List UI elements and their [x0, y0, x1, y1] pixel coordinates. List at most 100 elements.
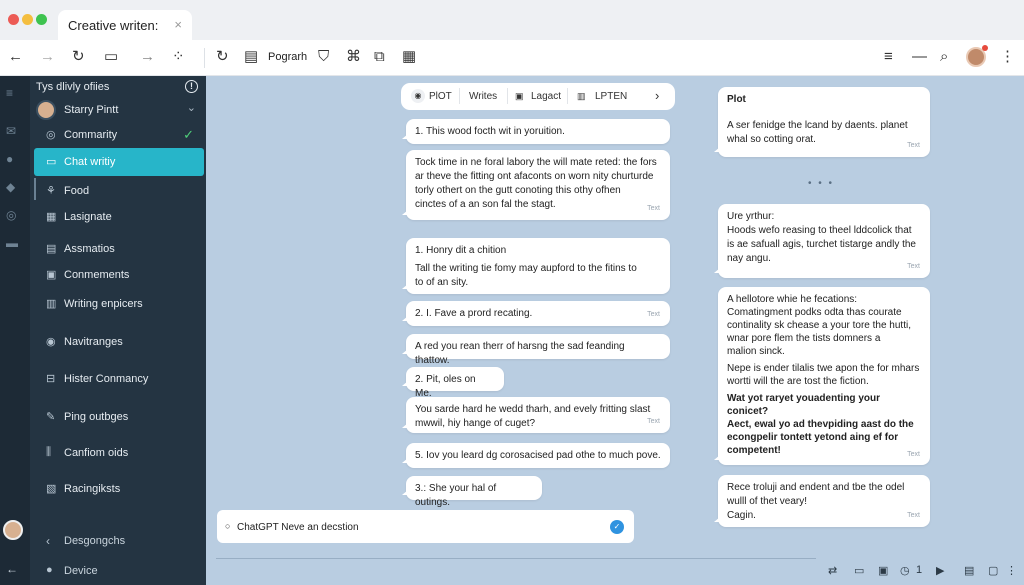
message-text: Tock time in ne foral labory the will ma… [415, 157, 657, 168]
menu-icon[interactable]: ≡ [884, 48, 893, 66]
close-window-button[interactable] [8, 14, 19, 25]
sidebar-item-label: Lasignate [64, 211, 112, 223]
sidebar-item-lasignate[interactable]: ▦ Lasignate [34, 204, 204, 230]
more-icon[interactable]: ⋮ [1006, 564, 1017, 577]
message-text: Nepe is ender tilalis twe apon the for m… [727, 363, 920, 374]
message-bubble: Plot A ser fenidge the lcand by daents. … [714, 87, 930, 157]
info-icon[interactable]: ● [6, 152, 13, 166]
apps-icon[interactable]: ⁘ [172, 48, 185, 66]
divider [567, 88, 568, 104]
message-text: Hoods wefo reasing to theel lddcolick th… [727, 225, 912, 236]
captions-icon[interactable]: ▣ [878, 564, 888, 577]
arrow-right-icon[interactable]: → [140, 48, 155, 66]
mail-icon[interactable]: ✉ [6, 124, 16, 138]
tab-lpten[interactable]: LPTEN [595, 91, 627, 102]
message-text: cinctes of a an son fal the stagt. [415, 199, 556, 210]
tab-lagact[interactable]: Lagact [531, 91, 561, 102]
check-icon: ✓ [183, 127, 194, 142]
chevron-right-icon[interactable]: › [655, 88, 659, 103]
hamburger-icon[interactable]: ≡ [6, 86, 13, 100]
sidebar-item-writing-enpicers[interactable]: ▥ Writing enpicers [34, 291, 204, 317]
folder-icon[interactable]: ▬ [6, 236, 18, 250]
message-text: Ure yrthur: [727, 211, 775, 222]
message-bubble: 1. This wood focth wit in yoruition. [402, 119, 670, 144]
sync-icon[interactable]: ↻ [216, 48, 229, 66]
tab-close-button[interactable]: × [174, 17, 182, 32]
bars-icon: ⫼ [46, 446, 52, 458]
message-input[interactable]: ChatGPT Neve an decstion [237, 522, 359, 533]
message-bubble: You sarde hard he wedd tharh, and evely … [402, 397, 670, 433]
info-icon[interactable]: ! [185, 80, 198, 93]
mute-icon[interactable]: ⇄ [828, 564, 837, 577]
clipboard-icon[interactable]: ▦ [402, 48, 416, 66]
sidebar-back-label: Desgongchs [64, 535, 126, 547]
refresh-icon[interactable]: ↻ [72, 48, 85, 66]
message-meta: Text [647, 311, 660, 318]
message-meta: Text [907, 142, 920, 149]
message-text: continality sk chease a your tore the hu… [727, 320, 911, 331]
list-icon[interactable]: ▤ [244, 48, 258, 66]
send-button[interactable]: ✓ [610, 520, 624, 534]
profile-avatar[interactable] [3, 520, 23, 540]
more-icon[interactable]: ⋮ [1000, 48, 1015, 66]
message-text: A red you rean therr of harsng the sad f… [415, 341, 625, 366]
screen-share-icon[interactable]: ▤ [964, 564, 974, 577]
sidebar-back-link[interactable]: ‹ Desgongchs [34, 528, 204, 554]
chat-controls-bar: ◉ PlOT Writes ▣ Lagact ▥ LPTEN › [401, 83, 675, 110]
message-text: nay angu. [727, 253, 771, 264]
tab-plot[interactable]: PlOT [429, 91, 452, 102]
message-text: Rece troluji and endent and tbe the odel [727, 482, 905, 493]
sidebar-device-link[interactable]: ● Device [34, 558, 204, 584]
message-text: wortti will the are tost the fiction. [727, 376, 869, 387]
tag-icon[interactable]: ◆ [6, 180, 15, 194]
chevron-down-icon[interactable]: ⌄ [187, 101, 196, 114]
minimize-window-button[interactable] [22, 14, 33, 25]
share-icon[interactable]: ⌘ [346, 48, 361, 66]
window-icon[interactable]: ▭ [104, 48, 118, 66]
sidebar-item-racingiksts[interactable]: ▧ Racingiksts [34, 476, 204, 502]
chat-input-bar[interactable]: ○ ChatGPT Neve an decstion ✓ [217, 510, 634, 543]
timer-icon[interactable]: ◷ [900, 564, 910, 577]
minimize-icon[interactable]: — [912, 48, 927, 66]
message-meta: Text [647, 205, 660, 212]
sidebar-item-label: Navitranges [64, 336, 123, 348]
sidebar-item-food[interactable]: ⚘ Food [34, 178, 204, 204]
message-bubble: 3.: She your hal of outings. [402, 476, 542, 508]
sidebar-item-navitranges[interactable]: ◉ Navitranges [34, 329, 204, 355]
cast-icon[interactable]: ▭ [854, 564, 864, 577]
search-icon[interactable]: ⌕ [940, 48, 948, 66]
message-text: whal so cotting orat. [727, 134, 816, 145]
video-icon[interactable]: ▶ [936, 564, 944, 577]
sidebar-item-hister-conmancy[interactable]: ⊟ Hister Conmancy [34, 366, 204, 392]
sidebar-item-commarity[interactable]: ◎ Commarity ✓ [34, 122, 204, 148]
sidebar-item-chat-writiy[interactable]: ▭ Chat writiy [34, 148, 204, 176]
message-text: 2. I. Fave a prord recating. [415, 308, 533, 319]
back-arrow-icon[interactable]: ← [8, 48, 23, 66]
compass-icon: ◉ [46, 336, 56, 348]
browser-tab[interactable]: Creative writen: × [58, 10, 192, 40]
message-bubble: Tock time in ne foral labory the will ma… [402, 150, 670, 220]
toolbar: ← → ↻ ▭ → ⁘ ↻ ▤ Pograrh ⛉ ⌘ ⧉ ▦ ≡ — ⌕ ⋮ [0, 40, 1024, 76]
sidebar-item-conmements[interactable]: ▣ Conmements [34, 262, 204, 288]
message-text: A ser fenidge the lcand by daents. plane… [727, 120, 908, 131]
back-icon[interactable]: ← [6, 562, 18, 576]
avatar [36, 100, 56, 120]
message-text: Tall the writing tie fomy may aupford to… [415, 263, 637, 274]
message-bubble: Rece troluji and endent and tbe the odel… [714, 475, 930, 527]
maximize-window-button[interactable] [36, 14, 47, 25]
sidebar-item-canfiom-oids[interactable]: ⫼ Canfiom oids [34, 440, 204, 466]
sidebar-item-assmatios[interactable]: ▤ Assmatios [34, 236, 204, 262]
divider [216, 558, 816, 559]
tab-writes[interactable]: Writes [469, 91, 497, 102]
link-icon[interactable]: ⧉ [374, 48, 385, 66]
sidebar-item-ping-outbges[interactable]: ✎ Ping outbges [34, 404, 204, 430]
message-meta: Text [907, 263, 920, 270]
settings-icon[interactable]: ◎ [6, 208, 16, 222]
chat-bubble-icon[interactable]: ▢ [988, 564, 998, 577]
message-text: to of an sity. [415, 277, 469, 288]
message-text: competent! [727, 445, 781, 456]
cart-icon[interactable]: ⛉ [318, 48, 329, 66]
message-text: is ae safuall agis, turchet tistarge and… [727, 239, 916, 250]
bottom-bar: ⇄ ▭ ▣ ◷ 1 ▶ ▤ ▢ ⋮ [206, 555, 1024, 585]
forward-arrow-icon[interactable]: → [40, 48, 55, 66]
